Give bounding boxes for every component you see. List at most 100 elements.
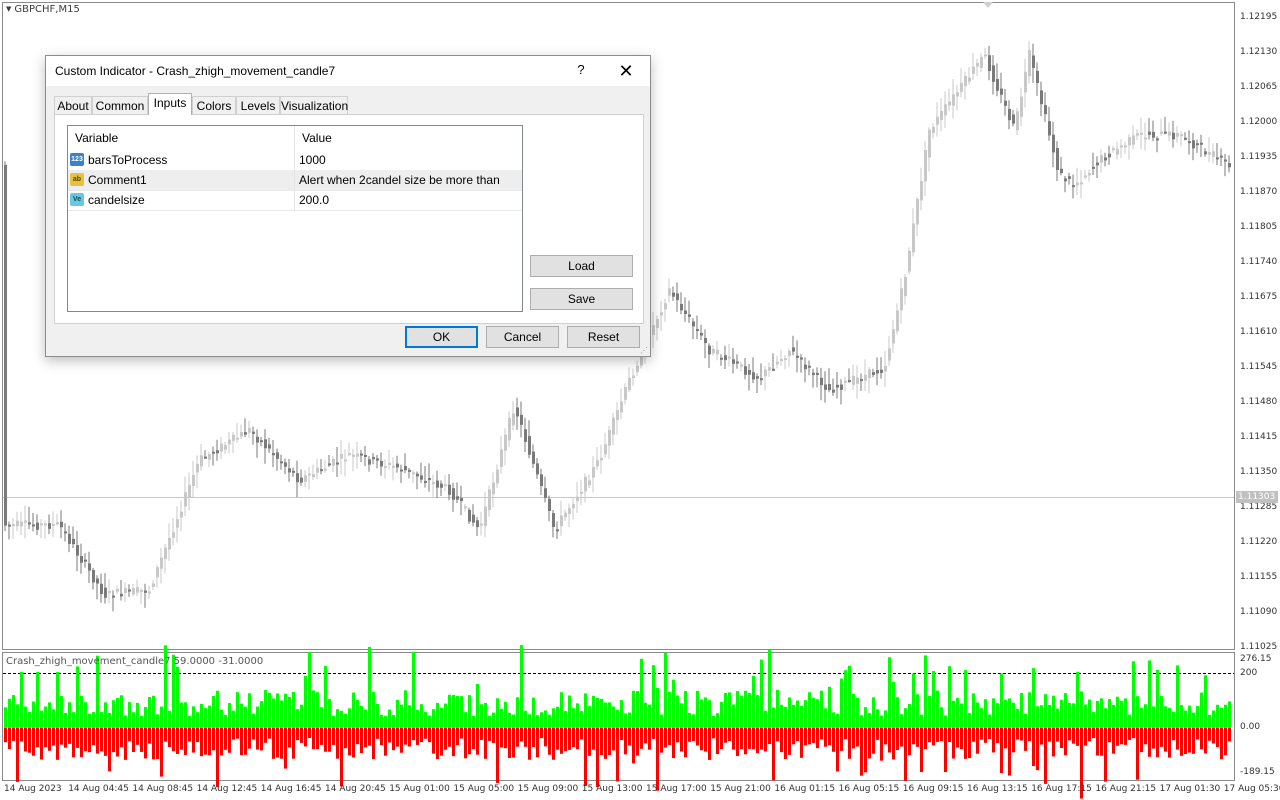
candle-body xyxy=(544,488,547,498)
indicator-bar-positive xyxy=(432,709,435,728)
indicator-bar-negative xyxy=(880,728,883,761)
tab-common[interactable]: Common xyxy=(92,96,148,115)
ok-button[interactable]: OK xyxy=(405,326,478,348)
indicator-bar-positive xyxy=(740,695,743,728)
indicator-bar-positive xyxy=(412,651,415,728)
indicator-bar-negative xyxy=(928,728,931,743)
indicator-bar-positive xyxy=(44,706,47,728)
indicator-bar-negative xyxy=(92,728,95,746)
time-tick-label: 14 Aug 2023 xyxy=(4,784,62,794)
indicator-bar-positive xyxy=(1036,706,1039,728)
candle-body xyxy=(724,355,727,361)
candle-body xyxy=(444,484,447,487)
indicator-bar-negative xyxy=(20,728,23,742)
indicator-bar-negative xyxy=(464,728,467,759)
indicator-bar-negative xyxy=(1212,728,1215,744)
candle-body xyxy=(576,496,579,501)
tab-inputs[interactable]: Inputs xyxy=(148,93,192,115)
indicator-bar-positive xyxy=(524,710,527,728)
dialog-titlebar[interactable]: Custom Indicator - Crash_zhigh_movement_… xyxy=(46,56,650,86)
time-tick-label: 14 Aug 20:45 xyxy=(325,784,386,794)
input-row-barstoprocess[interactable]: 123 barsToProcess 1000 xyxy=(68,150,522,171)
resize-grip-icon[interactable]: ⋰ xyxy=(640,346,648,355)
indicator-bar-positive xyxy=(304,675,307,728)
price-tick-label: 1.11545 xyxy=(1240,362,1278,372)
indicator-bar-positive xyxy=(264,690,267,728)
indicator-bar-negative xyxy=(1044,728,1047,784)
cancel-button[interactable]: Cancel xyxy=(486,326,559,348)
custom-indicator-dialog[interactable]: Custom Indicator - Crash_zhigh_movement_… xyxy=(45,55,651,357)
indicator-bar-positive xyxy=(936,690,939,728)
save-button[interactable]: Save xyxy=(530,288,633,310)
candle-body xyxy=(840,384,843,390)
indicator-bar-negative xyxy=(1180,728,1183,756)
indicator-bar-positive xyxy=(360,705,363,728)
indicator-bar-positive xyxy=(916,694,919,728)
load-button[interactable]: Load xyxy=(530,255,633,277)
indicator-bar-positive xyxy=(1148,660,1151,728)
indicator-bar-positive xyxy=(688,712,691,728)
input-value[interactable]: 1000 xyxy=(294,150,326,170)
indicator-bar-positive xyxy=(240,703,243,728)
indicator-bar-positive xyxy=(108,712,111,728)
indicator-bar-positive xyxy=(500,708,503,728)
reset-button[interactable]: Reset xyxy=(567,326,640,348)
candle-body xyxy=(596,460,599,467)
indicator-bar-negative xyxy=(1196,728,1199,740)
candle-body xyxy=(396,463,399,468)
tab-visualization[interactable]: Visualization xyxy=(280,96,348,115)
indicator-bar-negative xyxy=(908,728,911,756)
indicator-bar-positive xyxy=(1096,700,1099,728)
indicator-bar-negative xyxy=(1204,728,1207,754)
indicator-bar-negative xyxy=(128,728,131,742)
candle-body xyxy=(200,455,203,467)
candle-body xyxy=(48,523,51,529)
tab-levels[interactable]: Levels xyxy=(236,96,280,115)
time-tick-label: 15 Aug 01:00 xyxy=(389,784,450,794)
input-value[interactable]: Alert when 2candel size be more than xyxy=(294,170,500,190)
candle-body xyxy=(936,116,939,125)
time-tick-label: 14 Aug 04:45 xyxy=(68,784,129,794)
indicator-bar-positive xyxy=(536,715,539,728)
indicator-bar-negative xyxy=(1020,728,1023,741)
input-value[interactable]: 200.0 xyxy=(294,190,329,210)
candle-body xyxy=(304,475,307,482)
integer-type-icon: 123 xyxy=(70,153,84,166)
indicator-bar-negative xyxy=(616,728,619,782)
indicator-bar-positive xyxy=(476,683,479,728)
indicator-bar-positive xyxy=(404,690,407,728)
indicator-bar-negative xyxy=(360,728,363,754)
indicator-bar-positive xyxy=(28,712,31,728)
indicator-bar-negative xyxy=(1168,728,1171,758)
input-row-candelsize[interactable]: Ve candelsize 200.0 xyxy=(68,190,522,211)
indicator-bar-negative xyxy=(248,728,251,749)
column-value[interactable]: Value xyxy=(294,126,332,150)
tab-about[interactable]: About xyxy=(54,96,92,115)
indicator-bar-positive xyxy=(132,712,135,728)
close-icon[interactable]: ✕ xyxy=(614,60,638,82)
candle-body xyxy=(116,588,119,592)
candle-body xyxy=(944,104,947,116)
indicator-bar-negative xyxy=(220,728,223,756)
column-variable[interactable]: Variable xyxy=(68,126,118,150)
help-button[interactable]: ? xyxy=(574,60,588,80)
tab-colors[interactable]: Colors xyxy=(192,96,236,115)
candle-body xyxy=(84,559,87,562)
indicator-bar-negative xyxy=(756,728,759,754)
candle-body xyxy=(604,444,607,455)
indicator-bar-positive xyxy=(832,712,835,728)
indicator-bar-positive xyxy=(672,679,675,728)
candle-body xyxy=(796,355,799,358)
indicator-bar-negative xyxy=(680,728,683,752)
time-tick-label: 15 Aug 13:00 xyxy=(581,784,643,794)
input-row-comment1[interactable]: ab Comment1 Alert when 2candel size be m… xyxy=(68,170,522,191)
inputs-grid[interactable]: Variable Value 123 barsToProcess 1000 ab… xyxy=(67,125,523,312)
indicator-bar-positive xyxy=(220,709,223,728)
indicator-bar-negative xyxy=(916,728,919,747)
indicator-bar-negative xyxy=(600,728,603,756)
candle-body xyxy=(460,498,463,502)
price-tick-label: 1.11935 xyxy=(1240,152,1278,162)
indicator-bar-positive xyxy=(1000,673,1003,728)
candle-body xyxy=(1120,145,1123,148)
indicator-bar-positive xyxy=(700,699,703,728)
